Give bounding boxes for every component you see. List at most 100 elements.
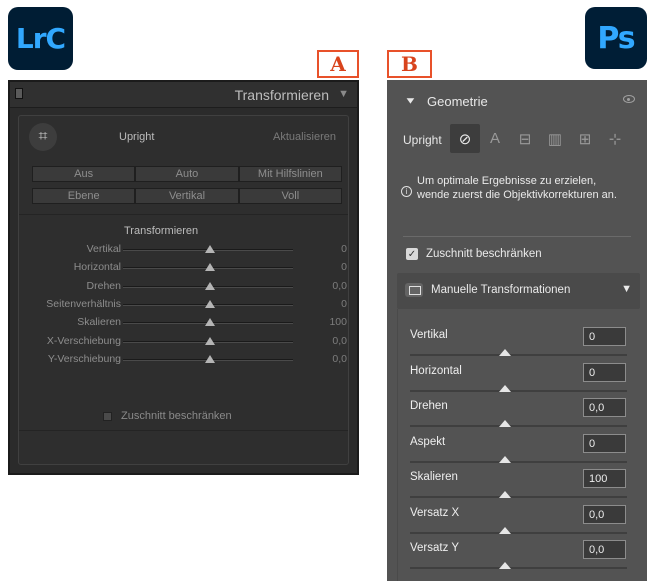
- lrc-slider-row: Skalieren 100: [19, 314, 350, 332]
- ps-slider-track[interactable]: [410, 460, 627, 463]
- ps-transform-fields: Vertikal 0 Horizontal 0 Drehen 0,0 Aspekt 0 Skal…: [397, 309, 640, 581]
- ps-slider-handle[interactable]: [499, 491, 511, 498]
- ps-constrain-crop-checkbox[interactable]: ✓ Zuschnitt beschränken: [406, 248, 542, 260]
- lrc-slider-handle[interactable]: [205, 299, 215, 308]
- ps-field-row: Aspekt 0: [398, 433, 641, 469]
- lrc-slider-handle[interactable]: [205, 318, 215, 327]
- ps-slider-handle[interactable]: [499, 384, 511, 392]
- triangle-down-icon[interactable]: ▼: [621, 283, 632, 295]
- lrc-slider-label: Skalieren: [77, 316, 121, 329]
- ps-field-row: Drehen 0,0: [398, 398, 641, 433]
- ps-field-row: Versatz X 0,0: [398, 504, 641, 540]
- checkmark-icon[interactable]: ✓: [406, 248, 418, 260]
- lightroom-classic-logo: LrC: [8, 7, 73, 70]
- guided-icon[interactable]: ⊹: [600, 124, 630, 153]
- ps-upright-label: Upright: [403, 133, 442, 147]
- lrc-slider-row: Vertikal 0: [19, 241, 350, 259]
- lrc-upright-buttons: Aus Auto Mit Hilfslinien Ebene Vertikal …: [32, 166, 342, 204]
- ps-slider-track[interactable]: [410, 425, 627, 427]
- lrc-slider-label: Vertikal: [86, 243, 121, 255]
- photoshop-logo: Ps: [585, 7, 647, 69]
- transform-icon: [405, 283, 423, 297]
- lrc-panel-title: Transformieren: [234, 87, 329, 103]
- ps-field-input[interactable]: 0,0: [583, 540, 626, 559]
- ps-slider-handle[interactable]: [499, 526, 511, 534]
- lrc-slider-label: Drehen: [86, 279, 121, 292]
- auto-icon[interactable]: A: [480, 124, 510, 153]
- ps-info-message: i Um optimale Ergebnisse zu erzielen, we…: [401, 174, 631, 202]
- lrc-slider-label: Y-Verschiebung: [47, 352, 121, 365]
- ps-slider-handle[interactable]: [499, 349, 511, 356]
- ps-field-input[interactable]: 100: [583, 469, 626, 488]
- lrc-slider-value[interactable]: 0: [341, 298, 347, 310]
- ps-field-input[interactable]: 0,0: [583, 398, 626, 417]
- lrc-button-off[interactable]: Aus: [32, 166, 136, 182]
- ps-field-label: Versatz X: [410, 506, 460, 519]
- lrc-slider-value[interactable]: 0: [341, 261, 347, 273]
- lrc-panel-header[interactable]: Transformieren ▼: [10, 82, 357, 108]
- lrc-slider-handle[interactable]: [205, 354, 215, 363]
- level-icon[interactable]: ⊟: [510, 124, 540, 153]
- ps-slider-track[interactable]: [410, 531, 627, 534]
- lrc-slider-value[interactable]: 0,0: [332, 280, 347, 292]
- lrc-slider-row: Drehen 0,0: [19, 278, 350, 296]
- ps-section-title: Geometrie: [427, 94, 488, 109]
- vertical-icon[interactable]: ▥: [540, 124, 570, 153]
- ps-field-label: Versatz Y: [410, 542, 460, 554]
- lrc-upright-label: Upright: [119, 131, 155, 143]
- checkbox-box[interactable]: [103, 411, 112, 421]
- ps-manual-transform-header[interactable]: Manuelle Transformationen ▼: [397, 273, 640, 309]
- ps-field-label: Skalieren: [410, 471, 458, 483]
- ps-field-row: Skalieren 100: [398, 469, 641, 504]
- off-icon[interactable]: ⊘: [450, 124, 480, 153]
- ps-field-input[interactable]: 0: [583, 327, 626, 346]
- lrc-constrain-crop-label: Zuschnitt beschränken: [121, 410, 232, 422]
- lrc-constrain-crop-checkbox[interactable]: Zuschnitt beschränken: [103, 410, 232, 422]
- lrc-button-level[interactable]: Ebene: [32, 188, 136, 204]
- collapse-triangle-icon[interactable]: ▼: [338, 88, 349, 100]
- ps-field-input[interactable]: 0: [583, 433, 626, 453]
- lrc-slider-row: Seitenverhältnis 0: [19, 296, 350, 314]
- lrc-slider-row: X-Verschiebung 0,0: [19, 333, 350, 351]
- ps-manual-transform-label: Manuelle Transformationen: [431, 284, 571, 296]
- ps-field-input[interactable]: 0: [583, 362, 626, 382]
- ps-field-row: Horizontal 0: [398, 362, 641, 398]
- crop-icon[interactable]: ⌗: [29, 123, 57, 151]
- lrc-slider-handle[interactable]: [205, 281, 215, 290]
- lrc-slider-value[interactable]: 0: [341, 243, 347, 255]
- ps-slider-handle[interactable]: [499, 455, 511, 463]
- ps-geometry-panel: ▼ Geometrie Upright ⊘ A ⊟ ▥ ⊞ ⊹ i Um optimale…: [387, 80, 647, 581]
- lrc-button-full[interactable]: Voll: [238, 188, 342, 204]
- ps-field-input[interactable]: 0,0: [583, 504, 626, 524]
- lrc-slider-handle[interactable]: [205, 245, 215, 253]
- lrc-button-auto[interactable]: Auto: [135, 166, 239, 182]
- ps-constrain-crop-label: Zuschnitt beschränken: [426, 248, 542, 260]
- lrc-transform-section-label: Transformieren: [124, 225, 199, 237]
- divider: [19, 214, 348, 215]
- ps-field-label: Drehen: [410, 400, 448, 412]
- lrc-slider-value[interactable]: 0,0: [332, 335, 347, 347]
- info-icon: i: [401, 186, 412, 197]
- lrc-slider-handle[interactable]: [205, 336, 215, 345]
- ps-geometry-header[interactable]: ▼ Geometrie: [387, 90, 647, 114]
- chevron-down-icon[interactable]: ▼: [404, 95, 417, 106]
- lrc-slider-handle[interactable]: [205, 263, 215, 272]
- full-icon[interactable]: ⊞: [570, 124, 600, 153]
- lrc-button-guided[interactable]: Mit Hilfslinien: [238, 166, 342, 182]
- eye-icon[interactable]: [623, 95, 635, 103]
- divider: [19, 430, 348, 431]
- lrc-button-vertical[interactable]: Vertikal: [135, 188, 239, 204]
- ps-slider-handle[interactable]: [499, 562, 511, 569]
- ps-slider-track[interactable]: [410, 354, 627, 356]
- lrc-slider-value[interactable]: 100: [329, 316, 347, 328]
- lrc-slider-value[interactable]: 0,0: [332, 353, 347, 365]
- lrc-slider-row: Horizontal 0: [19, 259, 350, 277]
- ps-slider-track[interactable]: [410, 389, 627, 392]
- lrc-slider-row: Y-Verschiebung 0,0: [19, 351, 350, 369]
- lrc-update-button[interactable]: Aktualisieren: [273, 131, 336, 143]
- ps-field-label: Horizontal: [410, 364, 462, 377]
- ps-slider-track[interactable]: [410, 496, 627, 498]
- ps-field-label: Vertikal: [410, 329, 448, 341]
- ps-slider-handle[interactable]: [499, 420, 511, 427]
- ps-slider-track[interactable]: [410, 567, 627, 569]
